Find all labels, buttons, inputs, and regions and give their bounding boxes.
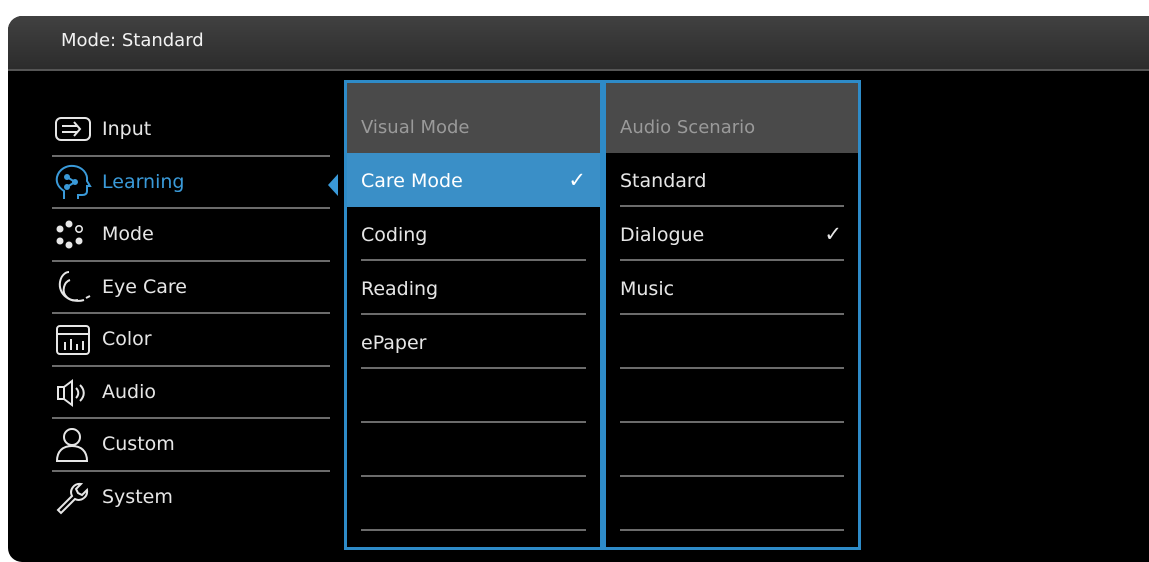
system-icon bbox=[54, 480, 94, 516]
option-empty bbox=[620, 369, 844, 423]
menu-item-label: Audio bbox=[102, 380, 157, 403]
option-standard[interactable]: Standard bbox=[620, 153, 844, 207]
audio-scenario-header: Audio Scenario bbox=[606, 83, 858, 153]
learning-icon bbox=[54, 164, 94, 201]
menu-item-label: Mode bbox=[102, 223, 154, 245]
option-label: Music bbox=[620, 278, 675, 300]
active-pointer bbox=[328, 174, 338, 196]
option-label: Standard bbox=[620, 170, 707, 192]
checkmark-icon: ✓ bbox=[568, 168, 586, 192]
option-empty bbox=[361, 369, 586, 423]
option-epaper[interactable]: ePaper bbox=[361, 315, 586, 369]
menu-item-learning[interactable]: Learning bbox=[52, 157, 330, 209]
menu-item-label: Custom bbox=[102, 433, 175, 455]
menu-item-label: Eye Care bbox=[102, 275, 187, 298]
menu-item-input[interactable]: Input bbox=[52, 104, 330, 157]
main-menu: Input Learning Mode Eye Care Color Audio… bbox=[52, 104, 330, 524]
menu-item-mode[interactable]: Mode bbox=[52, 209, 330, 262]
visual-mode-panel: Visual Mode Care Mode ✓ Coding Reading e… bbox=[344, 80, 603, 550]
audio-scenario-title: Audio Scenario bbox=[620, 117, 756, 138]
audio-scenario-panel: Audio Scenario Standard Dialogue ✓ Music bbox=[603, 80, 861, 550]
header-bar: Mode: Standard bbox=[8, 16, 1149, 71]
checkmark-icon: ✓ bbox=[824, 222, 842, 246]
option-empty bbox=[620, 315, 844, 369]
option-empty bbox=[361, 477, 586, 531]
menu-item-label: Color bbox=[102, 328, 152, 350]
visual-mode-title: Visual Mode bbox=[361, 117, 470, 138]
option-dialogue[interactable]: Dialogue ✓ bbox=[620, 207, 844, 261]
custom-icon bbox=[54, 427, 94, 463]
option-label: Care Mode bbox=[361, 170, 463, 192]
mode-icon bbox=[54, 217, 94, 253]
option-coding[interactable]: Coding bbox=[361, 207, 586, 261]
option-music[interactable]: Music bbox=[620, 261, 844, 315]
menu-item-label: Learning bbox=[102, 170, 185, 193]
menu-item-label: Input bbox=[102, 118, 152, 140]
menu-item-color[interactable]: Color bbox=[52, 314, 330, 367]
option-empty bbox=[620, 477, 844, 531]
eye-care-icon bbox=[54, 270, 94, 306]
osd-window: Mode: Standard Input Learning Mode Eye C… bbox=[8, 16, 1149, 562]
option-label: Dialogue bbox=[620, 224, 705, 246]
visual-mode-header: Visual Mode bbox=[347, 83, 600, 153]
option-reading[interactable]: Reading bbox=[361, 261, 586, 315]
option-label: Coding bbox=[361, 224, 428, 246]
menu-item-eye-care[interactable]: Eye Care bbox=[52, 262, 330, 314]
option-empty bbox=[620, 423, 844, 477]
color-icon bbox=[54, 322, 94, 358]
menu-item-system[interactable]: System bbox=[52, 472, 330, 525]
option-empty bbox=[361, 423, 586, 477]
menu-item-audio[interactable]: Audio bbox=[52, 367, 330, 419]
input-icon bbox=[54, 112, 94, 148]
mode-title: Mode: Standard bbox=[61, 30, 204, 51]
option-label: Reading bbox=[361, 278, 439, 300]
menu-item-label: System bbox=[102, 485, 173, 508]
menu-item-custom[interactable]: Custom bbox=[52, 419, 330, 472]
option-label: ePaper bbox=[361, 332, 427, 354]
option-care-mode[interactable]: Care Mode ✓ bbox=[347, 153, 600, 207]
audio-icon bbox=[54, 375, 94, 411]
